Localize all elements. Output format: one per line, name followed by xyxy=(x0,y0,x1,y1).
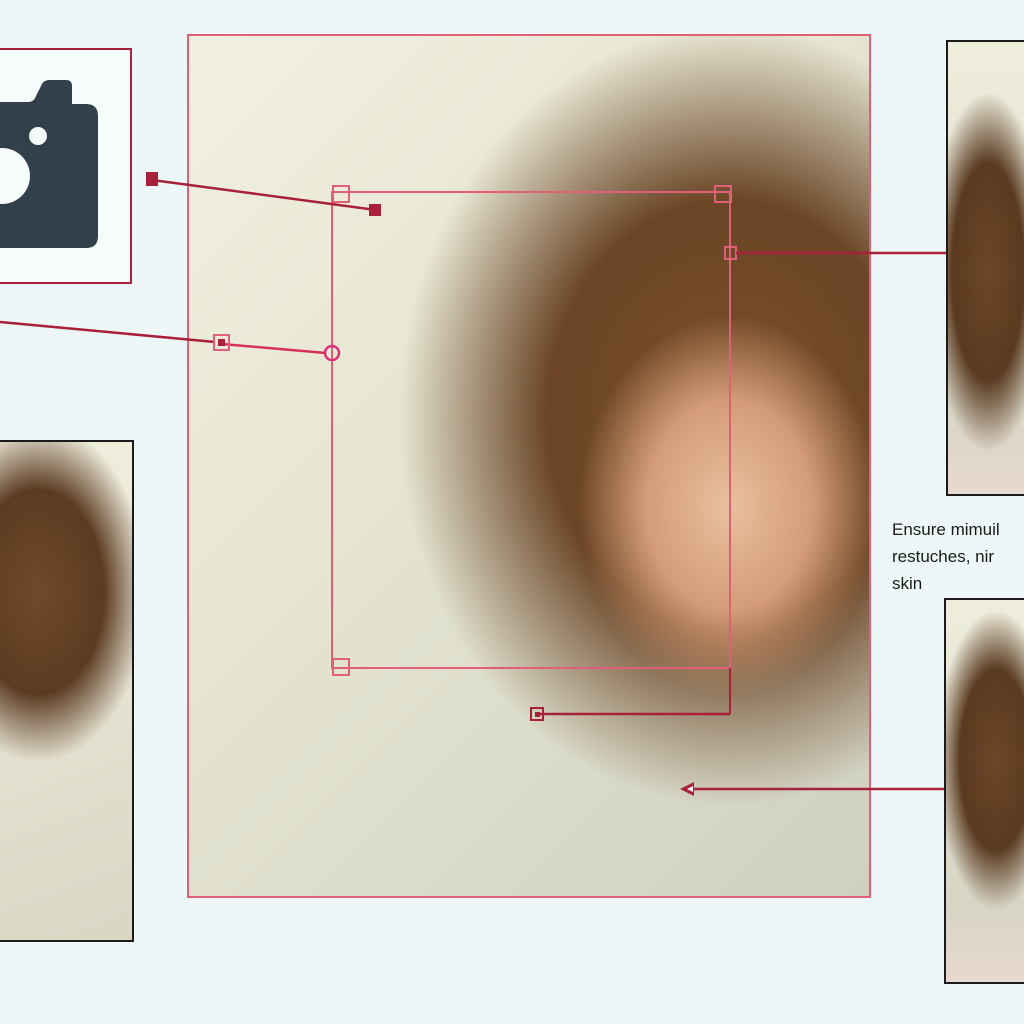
annotation-overlay xyxy=(0,172,946,796)
face-selection-box[interactable] xyxy=(331,191,731,714)
retouch-note-line-2: restuches, nir xyxy=(892,547,995,566)
callout-left-to-box xyxy=(0,320,327,355)
retouch-note: Ensure mimuil restuches, nir skin xyxy=(892,516,1024,597)
callout-right-bottom-arrow xyxy=(680,782,944,796)
retouch-note-line-1: Ensure mimuil xyxy=(892,520,1000,539)
callout-box-bottom xyxy=(530,707,730,721)
selection-handle-top-left[interactable] xyxy=(332,185,350,203)
retouch-note-line-3: skin xyxy=(892,574,923,593)
callout-camera-to-box xyxy=(146,172,381,216)
selection-handle-top-right[interactable] xyxy=(714,185,732,203)
